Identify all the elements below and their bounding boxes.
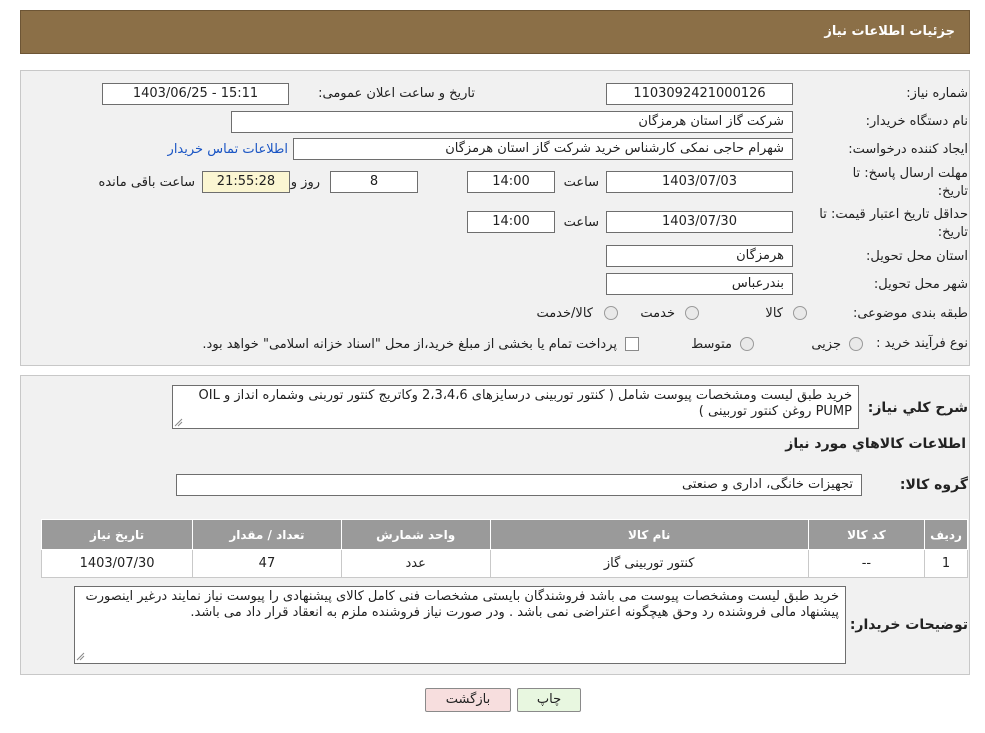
- deadline-time-field[interactable]: 14:00: [467, 171, 555, 193]
- province-field[interactable]: هرمزگان: [606, 245, 793, 267]
- cell-code: --: [807, 549, 926, 578]
- city-label: شهر محل تحویل:: [873, 277, 968, 292]
- back-button[interactable]: بازگشت: [425, 688, 511, 712]
- deadline-time-label: ساعت: [563, 175, 599, 190]
- column-header-unit: واحد شمارش: [340, 519, 491, 550]
- deadline-label-date: تاریخ:: [937, 184, 968, 199]
- validity-label: حداقل تاریخ اعتبار قیمت: تا: [819, 207, 968, 222]
- category-goods-label: کالا: [765, 306, 783, 321]
- purchase-minor-label: جزیی: [811, 337, 841, 352]
- buyer-org-field[interactable]: شرکت گاز استان هرمزگان: [231, 111, 793, 133]
- purchase-type-label: نوع فرآیند خرید :: [876, 336, 968, 351]
- validity-label-date: تاریخ:: [937, 225, 968, 240]
- group-field[interactable]: تجهیزات خانگی، اداری و صنعتی: [176, 474, 862, 496]
- creator-label: ایجاد کننده درخواست:: [848, 142, 968, 157]
- validity-time-label: ساعت: [563, 215, 599, 230]
- cell-name: کنتور توربینی گاز: [489, 549, 809, 578]
- column-header-code: کد کالا: [807, 519, 926, 550]
- creator-field[interactable]: شهرام حاجی نمکی کارشناس خرید شرکت گاز اس…: [293, 138, 793, 160]
- cell-unit: عدد: [340, 549, 491, 578]
- table-header-row: ردیف کد کالا نام کالا واحد شمارش تعداد /…: [40, 519, 968, 550]
- purchase-medium-radio[interactable]: [740, 337, 754, 351]
- need-number-field[interactable]: 1103092421000126: [606, 83, 793, 105]
- announce-label: تاریخ و ساعت اعلان عمومی:: [318, 86, 475, 101]
- validity-date-field[interactable]: 1403/07/30: [606, 211, 793, 233]
- items-table: ردیف کد کالا نام کالا واحد شمارش تعداد /…: [40, 519, 968, 578]
- need-number-label: شماره نیاز:: [906, 86, 968, 101]
- column-header-qty: تعداد / مقدار: [192, 519, 342, 550]
- description-textarea[interactable]: خرید طبق لیست ومشخصات پیوست شامل ( کنتور…: [172, 385, 859, 429]
- city-field[interactable]: بندرعباس: [606, 273, 793, 295]
- category-service-radio[interactable]: [685, 306, 699, 320]
- column-header-row-no: ردیف: [924, 519, 968, 550]
- deadline-date-field[interactable]: 1403/07/03: [606, 171, 793, 193]
- category-goods-radio[interactable]: [793, 306, 807, 320]
- buyer-contact-link[interactable]: اطلاعات تماس خریدار: [168, 142, 288, 157]
- cell-date: 1403/07/30: [40, 549, 194, 578]
- remaining-time-field: 21:55:28: [202, 171, 290, 193]
- cell-row-no: 1: [924, 549, 968, 578]
- resize-handle-icon[interactable]: [76, 652, 85, 661]
- column-header-date: تاریخ نیاز: [40, 519, 194, 550]
- category-service-label: خدمت: [640, 306, 675, 321]
- validity-time-field[interactable]: 14:00: [467, 211, 555, 233]
- category-goods-service-radio[interactable]: [604, 306, 618, 320]
- group-label: گروه کالا:: [899, 477, 968, 493]
- buyer-org-label: نام دستگاه خریدار:: [865, 114, 968, 129]
- print-button[interactable]: چاپ: [517, 688, 581, 712]
- description-label: شرح کلي نياز:: [867, 400, 968, 416]
- payment-note: پرداخت تمام یا بخشی از مبلغ خرید،از محل …: [202, 337, 617, 352]
- items-section-title: اطلاعات کالاهاي مورد نياز: [785, 436, 966, 452]
- category-goods-service-label: کالا/خدمت: [536, 306, 593, 321]
- column-header-name: نام کالا: [489, 519, 809, 550]
- announce-field[interactable]: 1403/06/25 - 15:11: [102, 83, 289, 105]
- days-label: روز و: [290, 175, 320, 190]
- page-header: جزئیات اطلاعات نیاز: [20, 10, 970, 54]
- items-table-wrapper: ردیف کد کالا نام کالا واحد شمارش تعداد /…: [40, 519, 968, 578]
- deadline-label: مهلت ارسال پاسخ: تا: [852, 166, 968, 181]
- resize-handle-icon[interactable]: [174, 418, 183, 427]
- purchase-medium-label: متوسط: [691, 337, 732, 352]
- buyer-notes-label: توضیحات خریدار:: [849, 617, 968, 633]
- purchase-minor-radio[interactable]: [849, 337, 863, 351]
- remaining-label: ساعت باقی مانده: [98, 175, 195, 190]
- category-label: طبقه بندی موضوعی:: [852, 306, 968, 321]
- table-row: 1 -- کنتور توربینی گاز عدد 47 1403/07/30: [40, 549, 968, 578]
- province-label: استان محل تحویل:: [866, 249, 968, 264]
- cell-qty: 47: [192, 549, 342, 578]
- treasury-checkbox[interactable]: [625, 337, 639, 351]
- days-remaining-field[interactable]: 8: [330, 171, 418, 193]
- page-title: جزئیات اطلاعات نیاز: [824, 24, 955, 39]
- buyer-notes-textarea[interactable]: خرید طبق لیست ومشخصات پیوست می باشد فروش…: [74, 586, 846, 664]
